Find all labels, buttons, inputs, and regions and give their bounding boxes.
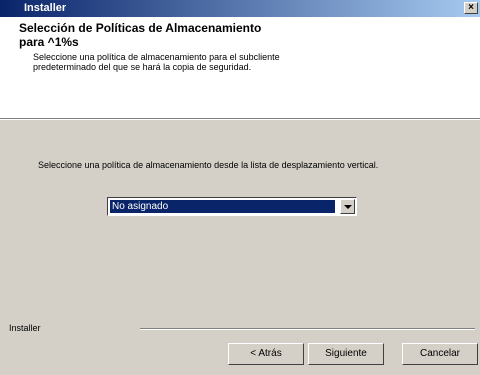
storage-policy-selected-value[interactable]: No asignado (109, 199, 336, 214)
next-button[interactable]: Siguiente (308, 343, 384, 365)
instruction-text: Seleccione una política de almacenamient… (38, 160, 379, 170)
storage-policy-select[interactable]: No asignado (107, 197, 357, 216)
header-divider (0, 118, 480, 120)
page-title: Selección de Políticas de Almacenamiento… (19, 21, 262, 49)
page-subtitle: Seleccione una política de almacenamient… (33, 52, 280, 72)
footer-brand-label: Installer (9, 323, 41, 333)
close-icon: × (468, 2, 474, 13)
cancel-button[interactable]: Cancelar (402, 343, 478, 365)
back-button[interactable]: < Atrás (228, 343, 304, 365)
window-title: Installer (24, 2, 67, 14)
header-panel: Selección de Políticas de Almacenamiento… (0, 17, 480, 118)
footer-divider (140, 328, 475, 330)
close-button[interactable]: × (464, 2, 478, 14)
title-bar: Installer × (0, 0, 480, 17)
chevron-down-icon[interactable] (340, 199, 355, 214)
